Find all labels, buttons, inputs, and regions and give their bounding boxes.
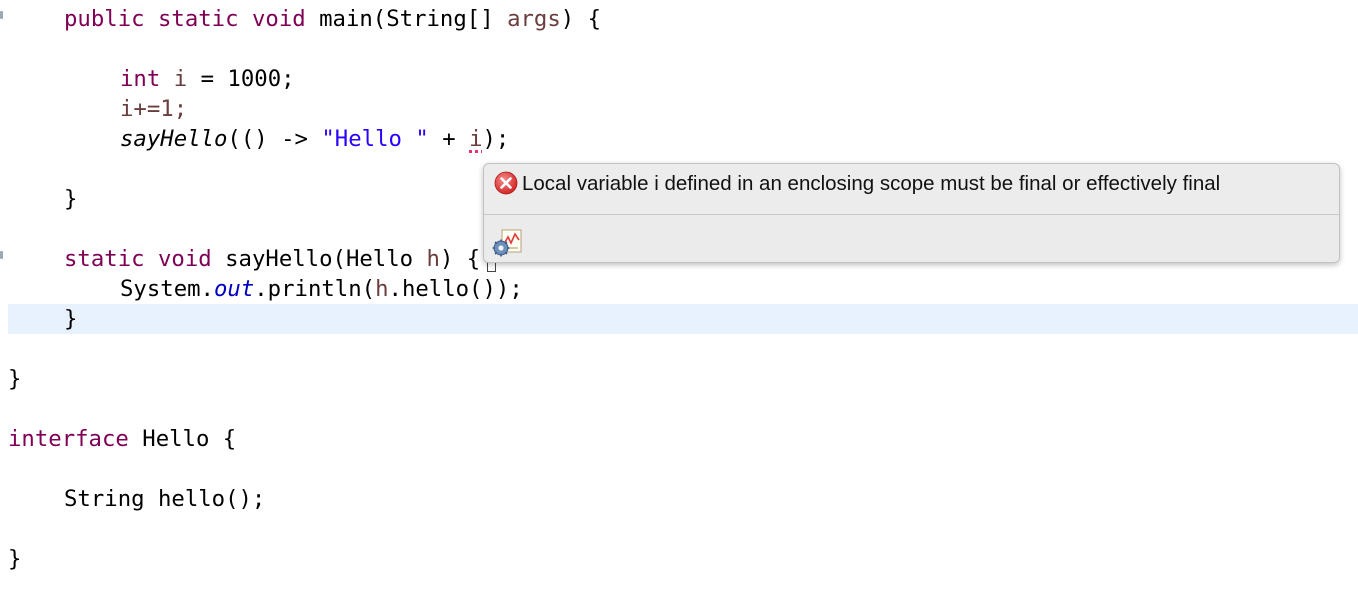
method-name: main(String[] <box>319 6 494 32</box>
code-line-sayhello-call[interactable]: sayHello(() -> "Hello " + i); <box>120 124 509 154</box>
code-line-brace[interactable]: } <box>8 544 21 574</box>
current-line-highlight <box>8 304 1358 334</box>
keyword: int <box>120 66 161 92</box>
local-variable: i <box>173 66 188 92</box>
code-line-interface-declaration[interactable]: interface Hello { <box>8 424 236 454</box>
code-text: String hello(); <box>64 486 266 512</box>
code-line-brace[interactable]: } <box>64 184 77 214</box>
keyword: static <box>64 246 145 272</box>
code-text: .println( <box>254 276 376 302</box>
code-text: System. <box>120 276 214 302</box>
error-message-text: Local variable i defined in an enclosing… <box>522 172 1221 195</box>
code-line-brace[interactable]: } <box>64 304 77 334</box>
error-hover-popup[interactable]: Local variable i defined in an enclosing… <box>483 163 1340 263</box>
code-line-println[interactable]: System.out.println(h.hello()); <box>120 274 523 304</box>
code-text: Hello { <box>142 426 237 452</box>
code-line-brace[interactable]: } <box>8 364 21 394</box>
code-text: } <box>8 366 22 392</box>
parameter: args <box>507 6 561 32</box>
quick-fix-area[interactable] <box>484 215 1339 262</box>
code-line-int-declaration[interactable]: int i = 1000; <box>120 64 295 94</box>
quick-fix-icon[interactable] <box>491 228 525 258</box>
code-line-sayhello-signature[interactable]: static void sayHello(Hello h) { <box>64 244 480 274</box>
keyword: void <box>157 246 212 272</box>
method-call: sayHello <box>120 126 228 152</box>
code-editor[interactable]: public static void main(String[] args) {… <box>0 0 1358 600</box>
string-literal: "Hello " <box>321 126 429 152</box>
code-text: } <box>64 186 78 212</box>
parameter: h <box>426 246 440 272</box>
parameter: h <box>375 276 389 302</box>
code-text: } <box>64 306 78 332</box>
method-name: sayHello(Hello <box>225 246 414 272</box>
code-line-hello-method[interactable]: String hello(); <box>64 484 265 514</box>
margin-annotation <box>0 11 3 19</box>
code-text: .hello()); <box>388 276 523 302</box>
code-text: i+=1; <box>120 96 188 122</box>
keyword: public <box>64 6 145 32</box>
error-variable[interactable]: i <box>469 126 482 152</box>
code-text: ) { <box>439 246 481 272</box>
margin-annotation <box>0 251 3 259</box>
code-text: + <box>428 126 470 152</box>
code-text: } <box>8 546 22 572</box>
code-text: ); <box>482 126 510 152</box>
code-line-main-signature[interactable]: public static void main(String[] args) { <box>64 4 601 34</box>
code-line-increment[interactable]: i+=1; <box>120 94 187 124</box>
keyword: interface <box>8 426 129 452</box>
code-text: ) { <box>560 6 602 32</box>
code-text: (() -> <box>227 126 322 152</box>
keyword: void <box>251 6 306 32</box>
keyword: static <box>157 6 239 32</box>
error-circle-x-icon <box>494 171 518 195</box>
static-field: out <box>213 276 255 302</box>
error-message-row: Local variable i defined in an enclosing… <box>484 164 1339 204</box>
code-text: = 1000; <box>187 66 295 92</box>
